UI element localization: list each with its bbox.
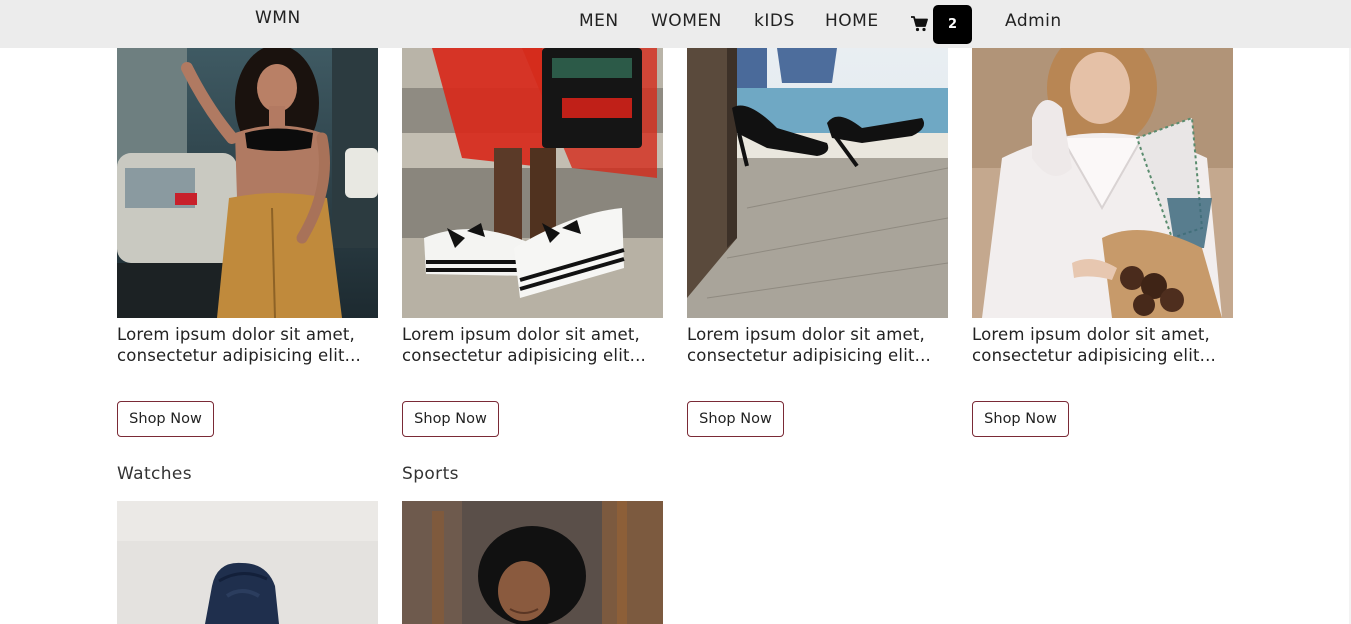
- nav-link-admin[interactable]: Admin: [1005, 11, 1062, 31]
- brand-logo-text[interactable]: WMN: [255, 8, 301, 28]
- category-title-sports: Sports: [402, 464, 459, 484]
- category-image-sports[interactable]: [402, 501, 663, 624]
- shop-now-button[interactable]: Shop Now: [687, 401, 784, 437]
- shopping-cart-icon[interactable]: [911, 16, 928, 32]
- product-description: Lorem ipsum dolor sit amet, consectetur …: [687, 325, 931, 365]
- shop-now-button[interactable]: Shop Now: [402, 401, 499, 437]
- product-description: Lorem ipsum dolor sit amet, consectetur …: [117, 325, 361, 365]
- cart-count-badge[interactable]: 2: [933, 5, 972, 44]
- category-title-watches: Watches: [117, 464, 193, 484]
- nav-link-women[interactable]: WOMEN: [651, 11, 722, 31]
- product-image-sneakers[interactable]: [402, 48, 663, 318]
- top-navbar: WMN MEN WOMEN kIDS HOME 2 Admin: [0, 0, 1351, 48]
- product-image-woman-white-blouse[interactable]: [972, 48, 1233, 318]
- nav-link-men[interactable]: MEN: [579, 11, 619, 31]
- product-description: Lorem ipsum dolor sit amet, consectetur …: [972, 325, 1216, 365]
- nav-link-home[interactable]: HOME: [825, 11, 879, 31]
- product-card: Lorem ipsum dolor sit amet, consectetur …: [402, 48, 663, 448]
- shop-now-button[interactable]: Shop Now: [972, 401, 1069, 437]
- product-card: Lorem ipsum dolor sit amet, consectetur …: [117, 48, 378, 448]
- product-card: Lorem ipsum dolor sit amet, consectetur …: [972, 48, 1233, 448]
- shop-now-button[interactable]: Shop Now: [117, 401, 214, 437]
- product-card: Lorem ipsum dolor sit amet, consectetur …: [687, 48, 948, 448]
- product-description: Lorem ipsum dolor sit amet, consectetur …: [402, 325, 646, 365]
- nav-link-kids[interactable]: kIDS: [754, 11, 795, 31]
- category-image-watches[interactable]: [117, 501, 378, 624]
- product-image-heels[interactable]: [687, 48, 948, 318]
- product-image-woman-street[interactable]: [117, 48, 378, 318]
